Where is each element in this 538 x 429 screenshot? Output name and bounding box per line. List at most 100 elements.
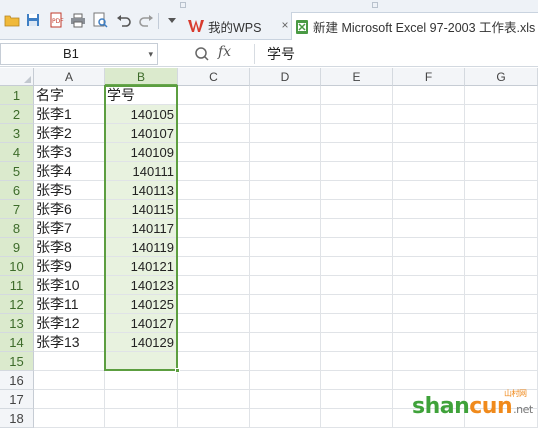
redo-icon[interactable] <box>138 12 154 28</box>
cell-a5[interactable]: 张李4 <box>34 162 105 181</box>
cell-d15[interactable] <box>250 352 321 371</box>
cell-f16[interactable] <box>393 371 465 390</box>
row-header-10[interactable]: 10 <box>0 257 34 276</box>
cell-a1[interactable]: 名字 <box>34 86 105 105</box>
row-header-15[interactable]: 15 <box>0 352 34 371</box>
cell-a10[interactable]: 张李9 <box>34 257 105 276</box>
cell-b14[interactable]: 140129 <box>105 333 178 352</box>
cell-f4[interactable] <box>393 143 465 162</box>
cell-e10[interactable] <box>321 257 393 276</box>
cell-d6[interactable] <box>250 181 321 200</box>
cell-c17[interactable] <box>178 390 250 409</box>
cell-g11[interactable] <box>465 276 538 295</box>
cell-b8[interactable]: 140117 <box>105 219 178 238</box>
cell-c9[interactable] <box>178 238 250 257</box>
cell-e4[interactable] <box>321 143 393 162</box>
cell-c14[interactable] <box>178 333 250 352</box>
cell-f15[interactable] <box>393 352 465 371</box>
cell-b18[interactable] <box>105 409 178 428</box>
cell-f6[interactable] <box>393 181 465 200</box>
cell-g15[interactable] <box>465 352 538 371</box>
cell-c16[interactable] <box>178 371 250 390</box>
cell-e1[interactable] <box>321 86 393 105</box>
cell-d1[interactable] <box>250 86 321 105</box>
cell-c7[interactable] <box>178 200 250 219</box>
cell-c2[interactable] <box>178 105 250 124</box>
cell-f1[interactable] <box>393 86 465 105</box>
cell-b13[interactable]: 140127 <box>105 314 178 333</box>
cell-b15[interactable] <box>105 352 178 371</box>
cell-a13[interactable]: 张李12 <box>34 314 105 333</box>
cell-g14[interactable] <box>465 333 538 352</box>
cell-a15[interactable] <box>34 352 105 371</box>
cell-b2[interactable]: 140105 <box>105 105 178 124</box>
cell-e17[interactable] <box>321 390 393 409</box>
cell-a12[interactable]: 张李11 <box>34 295 105 314</box>
cell-f9[interactable] <box>393 238 465 257</box>
row-header-17[interactable]: 17 <box>0 390 34 409</box>
row-header-11[interactable]: 11 <box>0 276 34 295</box>
select-all-corner[interactable] <box>0 68 34 86</box>
export-pdf-icon[interactable]: PDF <box>48 12 64 28</box>
cell-e3[interactable] <box>321 124 393 143</box>
column-header-b[interactable]: B <box>105 68 178 86</box>
cell-d14[interactable] <box>250 333 321 352</box>
cell-b5[interactable]: 140111 <box>105 162 178 181</box>
cell-f8[interactable] <box>393 219 465 238</box>
cell-b6[interactable]: 140113 <box>105 181 178 200</box>
cell-b17[interactable] <box>105 390 178 409</box>
cell-e9[interactable] <box>321 238 393 257</box>
name-box[interactable]: B1 ▾ <box>0 43 158 65</box>
fill-handle[interactable] <box>175 368 180 373</box>
cell-e6[interactable] <box>321 181 393 200</box>
cell-g1[interactable] <box>465 86 538 105</box>
cell-g7[interactable] <box>465 200 538 219</box>
cell-c5[interactable] <box>178 162 250 181</box>
cell-f5[interactable] <box>393 162 465 181</box>
cell-f3[interactable] <box>393 124 465 143</box>
row-header-16[interactable]: 16 <box>0 371 34 390</box>
cell-g13[interactable] <box>465 314 538 333</box>
row-header-4[interactable]: 4 <box>0 143 34 162</box>
customize-toolbar-icon[interactable] <box>164 12 180 28</box>
cell-a17[interactable] <box>34 390 105 409</box>
cell-g10[interactable] <box>465 257 538 276</box>
column-header-d[interactable]: D <box>250 68 321 86</box>
cell-f7[interactable] <box>393 200 465 219</box>
cell-c11[interactable] <box>178 276 250 295</box>
cell-e7[interactable] <box>321 200 393 219</box>
cell-e15[interactable] <box>321 352 393 371</box>
row-header-12[interactable]: 12 <box>0 295 34 314</box>
column-header-g[interactable]: G <box>465 68 538 86</box>
cell-a6[interactable]: 张李5 <box>34 181 105 200</box>
cell-a11[interactable]: 张李10 <box>34 276 105 295</box>
cell-a7[interactable]: 张李6 <box>34 200 105 219</box>
cell-d3[interactable] <box>250 124 321 143</box>
cell-a2[interactable]: 张李1 <box>34 105 105 124</box>
cell-a3[interactable]: 张李2 <box>34 124 105 143</box>
cell-a8[interactable]: 张李7 <box>34 219 105 238</box>
open-folder-icon[interactable] <box>4 12 20 28</box>
cell-g6[interactable] <box>465 181 538 200</box>
cell-a9[interactable]: 张李8 <box>34 238 105 257</box>
cell-f13[interactable] <box>393 314 465 333</box>
save-icon[interactable] <box>25 12 41 28</box>
cell-f2[interactable] <box>393 105 465 124</box>
cell-c12[interactable] <box>178 295 250 314</box>
row-header-2[interactable]: 2 <box>0 105 34 124</box>
cell-b16[interactable] <box>105 371 178 390</box>
cell-e18[interactable] <box>321 409 393 428</box>
cell-g3[interactable] <box>465 124 538 143</box>
cell-f12[interactable] <box>393 295 465 314</box>
cell-g9[interactable] <box>465 238 538 257</box>
tab-workbook[interactable]: 新建 Microsoft Excel 97-2003 工作表.xls <box>291 12 538 40</box>
print-icon[interactable] <box>70 12 86 28</box>
cell-e5[interactable] <box>321 162 393 181</box>
insert-function-button[interactable]: fx <box>218 44 231 60</box>
row-header-13[interactable]: 13 <box>0 314 34 333</box>
row-header-7[interactable]: 7 <box>0 200 34 219</box>
column-header-c[interactable]: C <box>178 68 250 86</box>
cell-g2[interactable] <box>465 105 538 124</box>
cell-e11[interactable] <box>321 276 393 295</box>
cell-b11[interactable]: 140123 <box>105 276 178 295</box>
